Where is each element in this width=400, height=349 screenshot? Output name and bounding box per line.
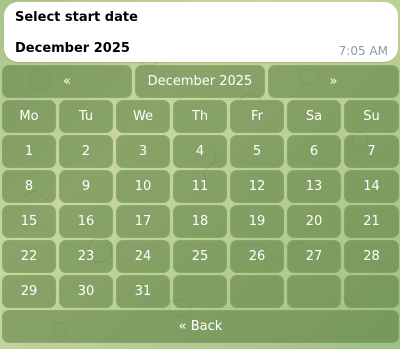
day-button[interactable]: 10 bbox=[116, 170, 170, 203]
day-button[interactable]: 16 bbox=[59, 205, 113, 238]
day-button[interactable]: 23 bbox=[59, 240, 113, 273]
day-button[interactable]: 27 bbox=[287, 240, 341, 273]
day-button[interactable]: 22 bbox=[2, 240, 56, 273]
day-button[interactable]: 6 bbox=[287, 135, 341, 168]
day-button[interactable]: 12 bbox=[230, 170, 284, 203]
day-button[interactable]: 31 bbox=[116, 275, 170, 308]
empty-day-button[interactable] bbox=[344, 275, 399, 308]
day-button[interactable]: 15 bbox=[2, 205, 56, 238]
day-button[interactable]: 19 bbox=[230, 205, 284, 238]
month-title-button[interactable]: December 2025 bbox=[135, 65, 265, 98]
empty-day-button[interactable] bbox=[287, 275, 341, 308]
weekday-sat[interactable]: Sa bbox=[287, 100, 341, 133]
empty-day-button[interactable] bbox=[173, 275, 227, 308]
message-title: Select start date bbox=[15, 10, 138, 25]
message-subtitle: December 2025 bbox=[15, 41, 130, 56]
day-button[interactable]: 14 bbox=[344, 170, 399, 203]
day-button[interactable]: 29 bbox=[2, 275, 56, 308]
day-button[interactable]: 18 bbox=[173, 205, 227, 238]
day-button[interactable]: 11 bbox=[173, 170, 227, 203]
next-month-button[interactable]: » bbox=[268, 65, 399, 98]
weekday-header-row: Mo Tu We Th Fr Sa Su bbox=[2, 100, 399, 133]
day-button[interactable]: 28 bbox=[344, 240, 399, 273]
day-button[interactable]: 9 bbox=[59, 170, 113, 203]
week-row: 1 2 3 4 5 6 7 bbox=[2, 135, 399, 168]
back-row: « Back bbox=[2, 310, 399, 343]
weekday-tue[interactable]: Tu bbox=[59, 100, 113, 133]
day-button[interactable]: 30 bbox=[59, 275, 113, 308]
message-time: 7:05 AM bbox=[338, 44, 388, 58]
day-button[interactable]: 24 bbox=[116, 240, 170, 273]
prev-month-button[interactable]: « bbox=[2, 65, 132, 98]
week-row: 8 9 10 11 12 13 14 bbox=[2, 170, 399, 203]
day-button[interactable]: 8 bbox=[2, 170, 56, 203]
day-button[interactable]: 7 bbox=[344, 135, 399, 168]
calendar-nav-row: « December 2025 » bbox=[2, 65, 399, 98]
day-button[interactable]: 26 bbox=[230, 240, 284, 273]
day-button[interactable]: 3 bbox=[116, 135, 170, 168]
day-button[interactable]: 17 bbox=[116, 205, 170, 238]
weekday-fri[interactable]: Fr bbox=[230, 100, 284, 133]
week-row: 22 23 24 25 26 27 28 bbox=[2, 240, 399, 273]
empty-day-button[interactable] bbox=[230, 275, 284, 308]
back-button[interactable]: « Back bbox=[2, 310, 399, 343]
weekday-wed[interactable]: We bbox=[116, 100, 170, 133]
weekday-sun[interactable]: Su bbox=[344, 100, 399, 133]
day-button[interactable]: 1 bbox=[2, 135, 56, 168]
week-row: 15 16 17 18 19 20 21 bbox=[2, 205, 399, 238]
day-button[interactable]: 5 bbox=[230, 135, 284, 168]
day-button[interactable]: 20 bbox=[287, 205, 341, 238]
day-button[interactable]: 13 bbox=[287, 170, 341, 203]
weekday-mon[interactable]: Mo bbox=[2, 100, 56, 133]
weekday-thu[interactable]: Th bbox=[173, 100, 227, 133]
day-button[interactable]: 21 bbox=[344, 205, 399, 238]
day-button[interactable]: 25 bbox=[173, 240, 227, 273]
day-button[interactable]: 4 bbox=[173, 135, 227, 168]
day-button[interactable]: 2 bbox=[59, 135, 113, 168]
message-bubble: Select start date December 2025 7:05 AM bbox=[4, 2, 398, 62]
week-row: 29 30 31 bbox=[2, 275, 399, 308]
